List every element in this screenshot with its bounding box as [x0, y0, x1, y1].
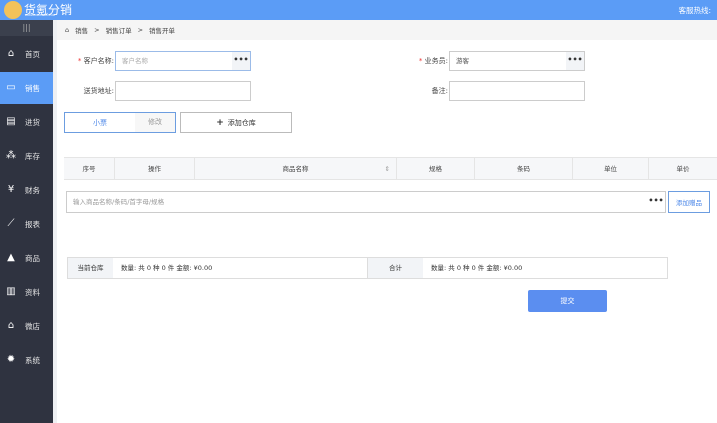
col-action: 操作 — [115, 158, 195, 179]
sidebar-item-label: 财务 — [25, 185, 40, 195]
col-unit: 单位 — [573, 158, 649, 179]
top-header — [0, 0, 717, 20]
chart-icon: ⟋ — [7, 218, 15, 229]
modify-tab[interactable]: 修改 — [135, 113, 175, 132]
required-mark: * — [77, 57, 82, 65]
sidebar-item-label: 资料 — [25, 287, 40, 297]
add-warehouse-label: 添加仓库 — [227, 118, 256, 127]
bars-icon: ▥ — [6, 286, 16, 297]
sidebar-item-5[interactable]: ⟋ 报表 — [0, 208, 53, 240]
salesman-label: * 业务员: — [390, 56, 448, 66]
home-icon: ⌂ — [7, 48, 15, 59]
salesman-label-text: 业务员: — [424, 57, 448, 65]
add-gift-button[interactable]: 添加赠品 — [668, 191, 710, 213]
summary-bar: 当前仓库 数量: 共 0 种 0 件 金额: ¥0.00 合计 数量: 共 0 … — [67, 257, 668, 279]
more-icon[interactable]: ••• — [232, 52, 250, 70]
sidebar-item-label: 首页 — [25, 49, 40, 59]
salesman-value: 游客 — [456, 57, 469, 65]
sidebar-item-2[interactable]: ▤ 进货 — [0, 106, 53, 138]
sort-icon[interactable]: ⇕ — [385, 158, 390, 180]
sidebar-item-0[interactable]: ⌂ 首页 — [0, 38, 53, 70]
breadcrumb: ⌂ 销售 > 销售订单 > 销售开单 — [57, 20, 717, 40]
sidebar-item-8[interactable]: ⌂ 微店 — [0, 310, 53, 342]
customer-label-text: 客户名称: — [83, 57, 114, 65]
col-barcode: 条码 — [475, 158, 573, 179]
logo-icon — [4, 1, 22, 19]
bag-icon: ▲ — [7, 252, 15, 263]
current-warehouse-value: 数量: 共 0 种 0 件 金额: ¥0.00 — [113, 258, 368, 278]
total-value: 数量: 共 0 种 0 件 金额: ¥0.00 — [431, 264, 523, 272]
col-index: 序号 — [64, 158, 115, 179]
sidebar-item-label: 报表 — [25, 219, 40, 229]
product-search-input[interactable]: 输入商品名称/条码/首字母/规格 ••• — [66, 191, 666, 213]
sidebar-item-label: 商品 — [25, 253, 40, 263]
remark-input[interactable] — [449, 81, 585, 101]
home-icon[interactable]: ⌂ — [65, 26, 69, 34]
more-icon[interactable]: ••• — [647, 192, 665, 212]
sidebar-item-label: 销售 — [25, 83, 40, 93]
brand-subtitle: WWW.DISTRIBUTOR — [25, 13, 55, 17]
clipboard-icon: ▤ — [6, 116, 16, 127]
sidebar-item-1[interactable]: ▭ 销售 — [0, 72, 53, 104]
sidebar-item-label: 微店 — [25, 321, 40, 331]
gear-icon: ✹ — [6, 354, 16, 365]
finance-icon: ¥ — [7, 184, 15, 195]
sidebar-item-label: 系统 — [25, 355, 40, 365]
sidebar-item-label: 库存 — [25, 151, 40, 161]
sidebar-item-6[interactable]: ▲ 商品 — [0, 242, 53, 274]
store-icon: ⌂ — [7, 320, 15, 331]
col-product-name-label: 商品名称 — [282, 165, 309, 173]
sidebar-item-9[interactable]: ✹ 系统 — [0, 344, 53, 376]
table-header: 序号 操作 商品名称 ⇕ 规格 条码 单位 单价 — [64, 157, 717, 180]
submit-button[interactable]: 提交 — [528, 290, 607, 312]
customer-placeholder: 客户名称 — [122, 57, 148, 65]
current-warehouse-label: 当前仓库 — [68, 258, 113, 278]
divider — [53, 20, 57, 423]
breadcrumb-current: 销售开单 — [149, 27, 176, 35]
sidebar-item-7[interactable]: ▥ 资料 — [0, 276, 53, 308]
col-product-name[interactable]: 商品名称 ⇕ — [195, 158, 397, 179]
boxes-icon: ⁂ — [6, 150, 16, 161]
customer-input[interactable]: 客户名称 ••• — [115, 51, 251, 71]
breadcrumb-sep: > — [137, 26, 144, 34]
sidebar-toggle[interactable]: ||| — [0, 20, 53, 36]
address-label: 送货地址: — [83, 87, 114, 95]
receipt-tab-group: 小票 修改 — [64, 112, 176, 133]
col-price: 单价 — [676, 165, 690, 173]
sidebar-item-3[interactable]: ⁂ 库存 — [0, 140, 53, 172]
add-warehouse-button[interactable]: + 添加仓库 — [180, 112, 292, 133]
product-search-placeholder: 输入商品名称/条码/首字母/规格 — [73, 198, 165, 206]
sidebar-item-4[interactable]: ¥ 财务 — [0, 174, 53, 206]
remark-label: 备注: — [431, 87, 448, 95]
more-icon[interactable]: ••• — [566, 52, 584, 70]
col-spec: 规格 — [397, 158, 475, 179]
plus-icon: + — [216, 117, 224, 128]
required-mark: * — [418, 57, 423, 65]
address-input[interactable] — [115, 81, 251, 101]
total-label: 合计 — [368, 258, 423, 278]
receipt-tab[interactable]: 小票 — [65, 118, 135, 128]
briefcase-icon: ▭ — [6, 82, 16, 93]
customer-label: * 客户名称: — [60, 56, 114, 66]
salesman-input[interactable]: 游客 ••• — [449, 51, 585, 71]
hotline-label: 客服热线: — [678, 6, 711, 15]
breadcrumb-sales[interactable]: 销售 — [75, 25, 88, 35]
breadcrumb-sep: > — [94, 26, 100, 34]
sidebar-item-label: 进货 — [25, 117, 40, 127]
breadcrumb-sales-order[interactable]: 销售订单 — [106, 25, 132, 35]
